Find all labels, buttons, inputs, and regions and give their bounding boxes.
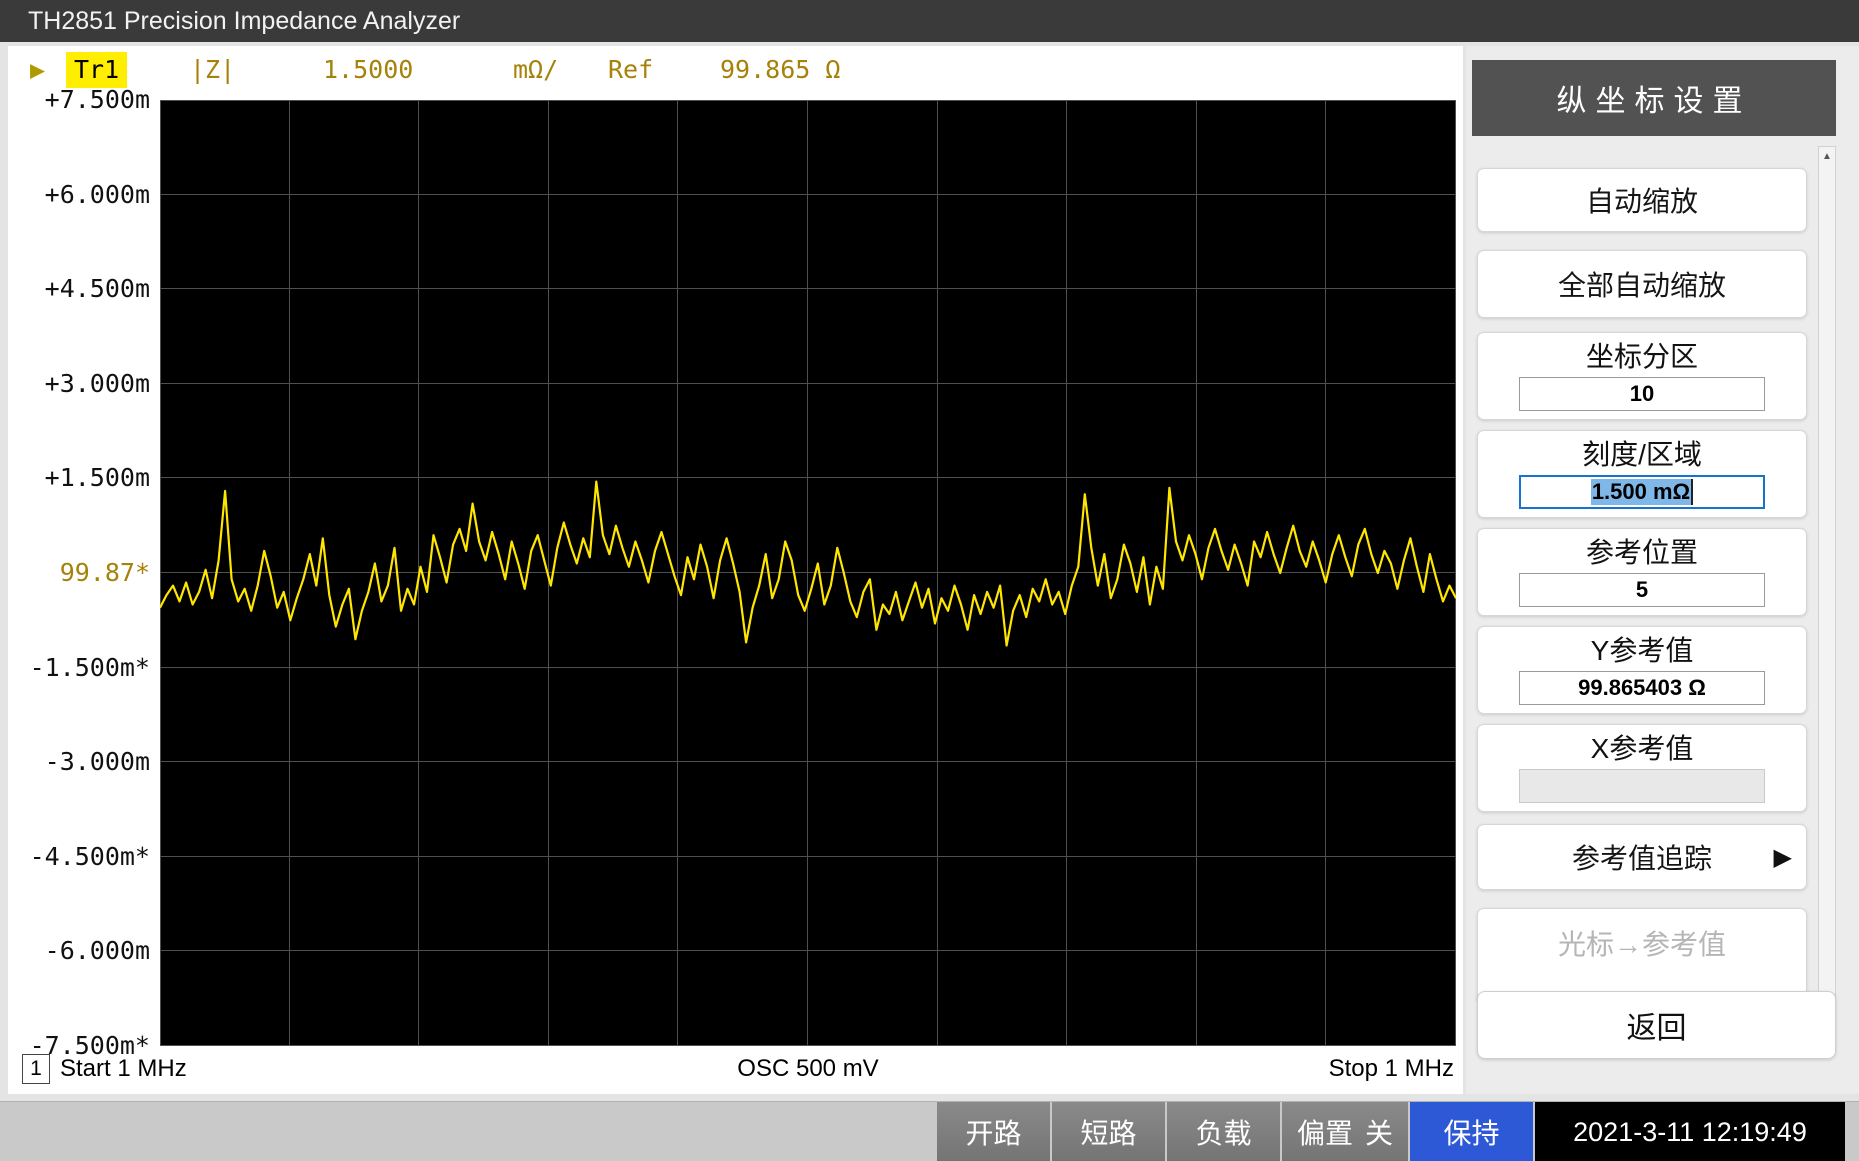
y-reference-input[interactable]: 99.865403 Ω	[1519, 671, 1765, 705]
open-correction-label: 开路	[965, 1112, 1021, 1152]
y-reference-label: Y参考值	[1591, 631, 1694, 671]
x-reference-label: X参考值	[1591, 729, 1694, 769]
back-button-label: 返回	[1627, 1003, 1687, 1047]
trace-ref-value: 99.865 Ω	[720, 52, 840, 88]
chart-canvas	[160, 100, 1456, 1046]
trace-label[interactable]: Tr1	[66, 52, 127, 88]
divisions-label: 坐标分区	[1586, 337, 1698, 377]
scale-per-division-label: 刻度/区域	[1582, 435, 1702, 475]
title-bar: TH2851 Precision Impedance Analyzer	[0, 0, 1859, 42]
app-window: TH2851 Precision Impedance Analyzer ▶ Tr…	[0, 0, 1859, 1161]
hold-button[interactable]: 保持	[1410, 1102, 1533, 1161]
cursor-to-reference-button[interactable]: 光标→参考值	[1477, 908, 1807, 1001]
datetime-text: 2021-3-11 12:19:49	[1573, 1117, 1807, 1148]
x-reference-group[interactable]: X参考值	[1477, 724, 1807, 812]
osc-level-label: OSC 500 mV	[737, 1052, 878, 1086]
scale-per-division-group[interactable]: 刻度/区域 1.500 mΩ	[1477, 430, 1807, 518]
y-reference-group[interactable]: Y参考值 99.865403 Ω	[1477, 626, 1807, 714]
plot-region: ▶ Tr1 |Z| 1.5000 mΩ/ Ref 99.865 Ω +7.500…	[8, 46, 1463, 1094]
y-axis-label: +3.000m	[8, 368, 150, 400]
y-axis-reference-label: 99.87*	[8, 557, 150, 589]
divisions-input[interactable]: 10	[1519, 377, 1765, 411]
trace-ref-label: Ref	[608, 52, 653, 88]
panel-scrollbar[interactable]: ▲ ▼	[1818, 146, 1836, 1006]
trace-info-row: ▶ Tr1 |Z| 1.5000 mΩ/ Ref 99.865 Ω	[8, 52, 1448, 88]
y-axis-label: -3.000m	[8, 746, 150, 778]
y-axis-label: +7.500m	[8, 84, 150, 116]
back-button[interactable]: 返回	[1477, 991, 1836, 1059]
scroll-up-icon[interactable]: ▲	[1819, 147, 1835, 165]
y-axis-label: +1.500m	[8, 462, 150, 494]
trace-scale-value: 1.5000	[323, 52, 413, 88]
stop-frequency-label: Stop 1 MHz	[1329, 1052, 1454, 1086]
datetime-display: 2021-3-11 12:19:49	[1535, 1102, 1845, 1161]
auto-scale-label: 自动缩放	[1586, 180, 1698, 220]
chevron-right-icon: ▶	[1774, 843, 1792, 872]
y-axis-label: +4.500m	[8, 273, 150, 305]
hold-label: 保持	[1443, 1112, 1499, 1152]
auto-scale-all-button[interactable]: 全部自动缩放	[1477, 250, 1807, 318]
softkey-scroll-area: 自动缩放 全部自动缩放 坐标分区 10 刻度/区域 1.500 mΩ 参考位置 …	[1466, 146, 1816, 1001]
reference-position-group[interactable]: 参考位置 5	[1477, 528, 1807, 616]
start-frequency-label: Start 1 MHz	[60, 1055, 187, 1083]
scale-per-division-selected-text: 1.500 mΩ	[1591, 479, 1693, 505]
reference-tracking-label: 参考值追踪	[1572, 837, 1712, 877]
bottom-status-bar: 开路 短路 负载 偏置 关 保持 2021-3-11 12:19:49	[0, 1101, 1859, 1161]
bias-state-label: 关	[1365, 1112, 1393, 1152]
y-axis-label: -1.500m*	[8, 652, 150, 684]
auto-scale-all-label: 全部自动缩放	[1558, 264, 1726, 304]
open-correction-button[interactable]: 开路	[937, 1102, 1050, 1161]
panel-title: 纵坐标设置	[1472, 60, 1836, 136]
calibration-button-row: 开路 短路 负载 偏置 关 保持 2021-3-11 12:19:49	[937, 1102, 1845, 1161]
bias-label: 偏置	[1297, 1112, 1353, 1152]
reference-tracking-button[interactable]: 参考值追踪 ▶	[1477, 824, 1807, 890]
short-correction-button[interactable]: 短路	[1052, 1102, 1165, 1161]
scale-per-division-input[interactable]: 1.500 mΩ	[1519, 475, 1765, 509]
load-correction-button[interactable]: 负载	[1167, 1102, 1280, 1161]
divisions-group[interactable]: 坐标分区 10	[1477, 332, 1807, 420]
active-trace-marker-icon: ▶	[30, 52, 45, 88]
plot-grid	[160, 100, 1456, 1046]
y-axis-label: -6.000m	[8, 935, 150, 967]
auto-scale-button[interactable]: 自动缩放	[1477, 168, 1807, 232]
bias-button[interactable]: 偏置 关	[1282, 1102, 1408, 1161]
reference-position-label: 参考位置	[1586, 533, 1698, 573]
reference-position-input[interactable]: 5	[1519, 573, 1765, 607]
short-correction-label: 短路	[1080, 1112, 1136, 1152]
window-title: TH2851 Precision Impedance Analyzer	[28, 7, 460, 35]
stimulus-bar: 1 Start 1 MHz OSC 500 mV Stop 1 MHz	[8, 1052, 1456, 1086]
trace-scale-unit: mΩ/	[513, 52, 558, 88]
x-reference-input[interactable]	[1519, 769, 1765, 803]
trace-parameter-label: |Z|	[190, 52, 235, 88]
stimulus-start-group: 1 Start 1 MHz	[22, 1052, 187, 1086]
cursor-to-reference-label: 光标→参考值	[1558, 923, 1726, 963]
channel-badge: 1	[22, 1054, 50, 1084]
softkey-panel: 纵坐标设置 自动缩放 全部自动缩放 坐标分区 10 刻度/区域 1.500 mΩ…	[1466, 46, 1859, 1094]
load-correction-label: 负载	[1195, 1112, 1251, 1152]
y-axis-label: -4.500m*	[8, 841, 150, 873]
y-axis-label: +6.000m	[8, 179, 150, 211]
